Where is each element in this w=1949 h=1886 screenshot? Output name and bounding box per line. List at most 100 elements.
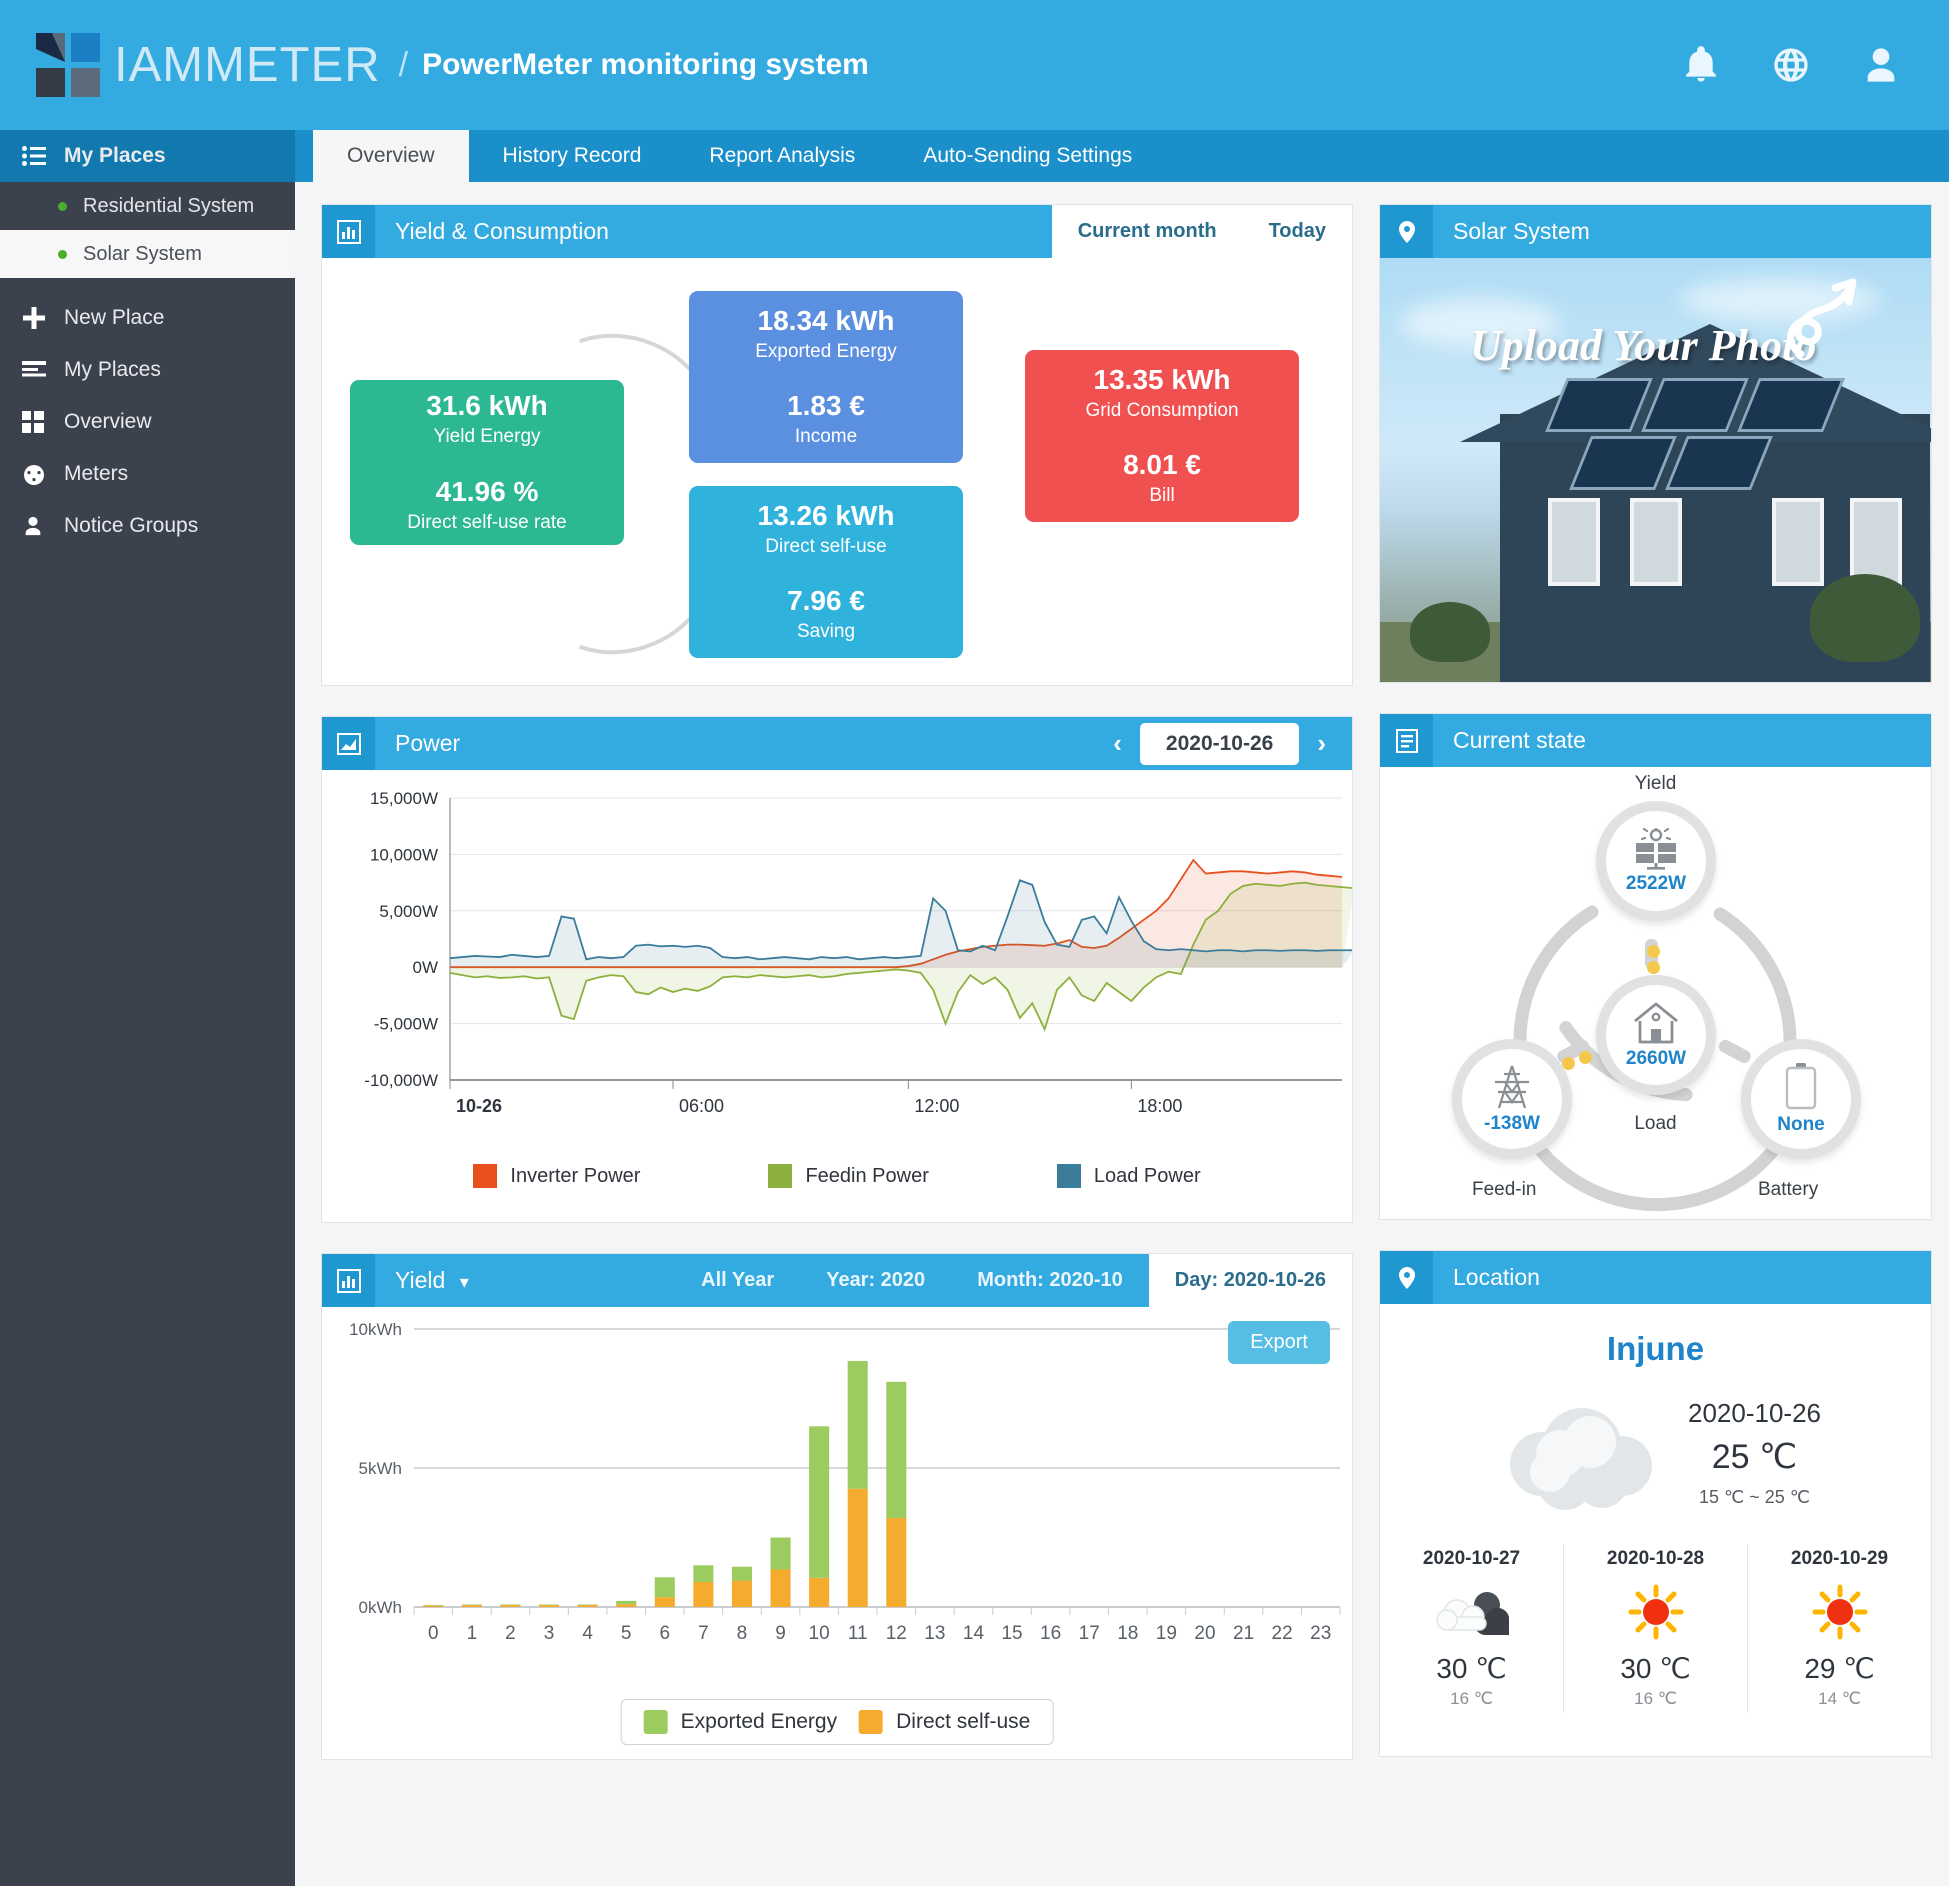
export-button[interactable]: Export [1228, 1321, 1330, 1364]
sidebar-header-my-places[interactable]: My Places [0, 130, 295, 182]
sidebar-item-new-place[interactable]: New Place [0, 292, 295, 344]
sidebar-header-label: My Places [64, 144, 166, 167]
svg-text:11: 11 [848, 1623, 868, 1644]
card-title[interactable]: Yield ▾ [375, 1267, 469, 1294]
node-value: 2522W [1625, 872, 1687, 894]
forecast-high: 29 ℃ [1804, 1653, 1875, 1684]
lines-icon [22, 360, 52, 380]
metric-value: 13.26 kWh [757, 499, 895, 531]
legend-swatch [859, 1710, 884, 1734]
yield-chart-body: 0kWh 5kWh 10kWh 0 1 2 3 4 5 6 7 8 9 10 11 12 13 14 15 16 17 1… [322, 1307, 1352, 1759]
legend-item-feedin-power[interactable]: Feedin Power [768, 1164, 929, 1188]
svg-text:9: 9 [775, 1623, 786, 1644]
location-body: Injune 2020-10-26 25 ℃ 15 ℃ ~ 25 ℃ 2020-… [1380, 1304, 1931, 1756]
tab-report-analysis[interactable]: Report Analysis [675, 130, 889, 182]
forecast-high: 30 ℃ [1620, 1653, 1691, 1684]
metric-label: Grid Consumption [1085, 399, 1239, 421]
tab-history-record[interactable]: History Record [469, 130, 676, 182]
svg-text:13: 13 [924, 1623, 945, 1644]
image-chart-icon [322, 717, 375, 770]
house-icon [1634, 1002, 1678, 1043]
range-day[interactable]: Day: 2020-10-26 [1148, 1254, 1352, 1307]
card-title: Solar System [1453, 218, 1590, 244]
app-subtitle: PowerMeter monitoring system [422, 48, 869, 81]
solar-system-card: Solar System Upload Your Photo [1379, 204, 1932, 683]
node-battery[interactable]: None [1741, 1039, 1861, 1159]
svg-text:10,000W: 10,000W [370, 845, 438, 864]
cloud-icon [1510, 1408, 1652, 1510]
globe-icon[interactable] [1771, 45, 1811, 85]
forecast-high: 30 ℃ [1436, 1653, 1507, 1684]
bell-icon[interactable] [1681, 45, 1721, 85]
plus-icon [22, 306, 52, 330]
metric-label: Yield Energy [433, 426, 541, 447]
svg-text:20: 20 [1194, 1623, 1215, 1644]
sidebar: My Places Residential System Solar Syste… [0, 130, 295, 1886]
card-title: Location [1453, 1264, 1540, 1290]
metric-value: 31.6 kWh [426, 390, 548, 421]
sidebar-item-residential-system[interactable]: Residential System [0, 182, 295, 230]
range-all-year[interactable]: All Year [675, 1254, 800, 1307]
weather-temp: 25 ℃ [1711, 1438, 1798, 1476]
bar-chart-icon [322, 205, 375, 258]
app-header: IAMMETER / PowerMeter monitoring system [0, 0, 1949, 130]
range-month[interactable]: Month: 2020-10 [951, 1254, 1149, 1307]
user-icon[interactable] [1861, 45, 1901, 85]
node-value: None [1777, 1113, 1825, 1135]
node-feedin[interactable]: -138W [1452, 1039, 1572, 1159]
current-state-header: Current state [1380, 714, 1931, 767]
legend-swatch [473, 1164, 498, 1188]
node-label-feedin: Feed-in [1472, 1179, 1537, 1200]
range-toggle: Current month Today [1051, 205, 1352, 258]
legend-item-load-power[interactable]: Load Power [1056, 1164, 1201, 1188]
range-year[interactable]: Year: 2020 [800, 1254, 951, 1307]
sidebar-item-notice-groups[interactable]: Notice Groups [0, 500, 295, 552]
sidebar-item-label: Overview [64, 410, 152, 433]
current-state-diagram: Yield 2522W 2660W Load -138W Feed-in Non… [1380, 767, 1931, 1219]
legend-item-direct-self-use[interactable]: Direct self-use [859, 1710, 1030, 1734]
node-yield[interactable]: 2522W [1596, 801, 1716, 921]
date-navigator: ‹ 2020-10-26 › [1113, 722, 1352, 765]
power-chart-legend: Inverter Power Feedin Power Load Power [322, 1150, 1352, 1188]
svg-text:15,000W: 15,000W [370, 789, 438, 808]
flow-dot-icon [1647, 961, 1660, 974]
sidebar-item-meters[interactable]: Meters [0, 448, 295, 500]
forecast-low: 16 ℃ [1634, 1689, 1677, 1708]
range-today[interactable]: Today [1242, 205, 1352, 258]
prev-day-button[interactable]: ‹ [1113, 728, 1122, 759]
next-day-button[interactable]: › [1317, 728, 1326, 759]
power-date-input[interactable]: 2020-10-26 [1139, 722, 1300, 765]
sidebar-item-solar-system[interactable]: Solar System [0, 230, 295, 278]
node-value: 2660W [1625, 1047, 1687, 1069]
forecast-day: 2020-10-29 29 ℃ 14 ℃ [1747, 1544, 1931, 1713]
legend-label: Exported Energy [680, 1710, 838, 1733]
sidebar-place-label: Residential System [83, 194, 255, 217]
power-chart[interactable]: 15,000W 10,000W 5,000W 0W -5,000W -10,000W 10-… [322, 780, 1352, 1150]
sidebar-item-overview[interactable]: Overview [0, 396, 295, 448]
legend-label: Inverter Power [510, 1164, 641, 1187]
yield-chart-card: Yield ▾ All Year Year: 2020 Month: 2020-… [321, 1253, 1353, 1760]
node-load[interactable]: 2660W [1596, 975, 1716, 1095]
range-current-month[interactable]: Current month [1051, 205, 1243, 258]
solar-system-photo[interactable]: Upload Your Photo [1380, 258, 1931, 682]
metric-value: 13.35 kWh [1093, 363, 1231, 395]
legend-item-exported-energy[interactable]: Exported Energy [643, 1710, 838, 1734]
sidebar-item-label: New Place [64, 306, 165, 329]
svg-text:19: 19 [1156, 1623, 1177, 1644]
tab-auto-sending-settings[interactable]: Auto-Sending Settings [889, 130, 1166, 182]
bar-chart-icon [322, 1254, 375, 1307]
svg-text:16: 16 [1040, 1623, 1061, 1644]
svg-text:0W: 0W [413, 958, 439, 977]
yield-bar-chart[interactable]: 0kWh5kWh10kWh0 1 2 3 4 5 6 7 8 9 10 11 12 13 14 15 16 17 1… [322, 1307, 1352, 1687]
tab-overview[interactable]: Overview [313, 130, 469, 182]
header-actions [1681, 0, 1901, 130]
cloud-night-icon [1380, 1580, 1563, 1644]
legend-item-inverter-power[interactable]: Inverter Power [473, 1164, 640, 1188]
chevron-down-icon: ▾ [459, 1272, 469, 1292]
sidebar-item-my-places[interactable]: My Places [0, 344, 295, 396]
svg-text:0kWh: 0kWh [359, 1598, 402, 1617]
node-label-yield: Yield [1634, 773, 1677, 794]
legend-label: Direct self-use [896, 1710, 1031, 1733]
svg-text:14: 14 [963, 1623, 985, 1644]
forecast-day: 2020-10-27 30 ℃ 16 ℃ [1380, 1544, 1563, 1713]
